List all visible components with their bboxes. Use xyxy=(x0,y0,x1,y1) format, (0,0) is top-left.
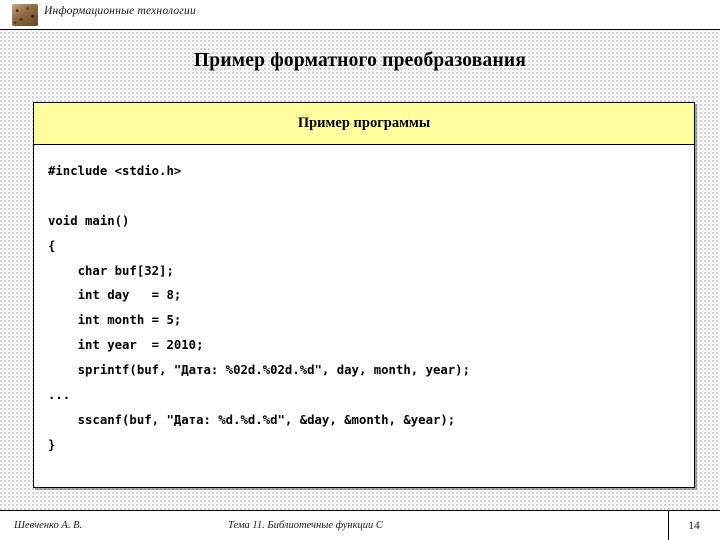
code-example-panel: Пример программы #include <stdio.h> void… xyxy=(33,102,695,488)
code-line: int day = 8; xyxy=(48,288,182,303)
footer-topic: Тема 11. Библиотечные функции С xyxy=(228,520,383,531)
code-panel-header: Пример программы xyxy=(34,103,694,145)
code-line: } xyxy=(48,437,56,452)
code-panel-title: Пример программы xyxy=(297,115,431,131)
code-line: { xyxy=(48,238,56,253)
code-line: sscanf(buf, "Дата: %d.%d.%d", &day, &mon… xyxy=(48,412,456,427)
course-title: Информационные технологии xyxy=(44,5,196,17)
code-line: sprintf(buf, "Дата: %02d.%02d.%d", day, … xyxy=(48,363,470,378)
code-line: char buf[32]; xyxy=(48,263,174,278)
code-listing: #include <stdio.h> void main() { char bu… xyxy=(34,145,694,458)
code-line: #include <stdio.h> xyxy=(48,164,182,178)
page-number: 14 xyxy=(688,519,700,532)
footer-author: Шевченко А. В. xyxy=(14,520,83,531)
code-line: int month = 5; xyxy=(48,313,182,328)
code-line: ... xyxy=(48,388,71,403)
books-icon xyxy=(12,4,38,26)
code-line: void main() xyxy=(48,213,130,228)
code-line: int year = 2010; xyxy=(48,338,204,353)
page-title: Пример форматного преобразования xyxy=(193,50,527,71)
slide-footer: Шевченко А. В. Тема 11. Библиотечные фун… xyxy=(0,511,720,540)
slide-header-band: Информационные технологии xyxy=(0,0,720,30)
slide-canvas: Информационные технологии Пример форматн… xyxy=(0,0,720,540)
